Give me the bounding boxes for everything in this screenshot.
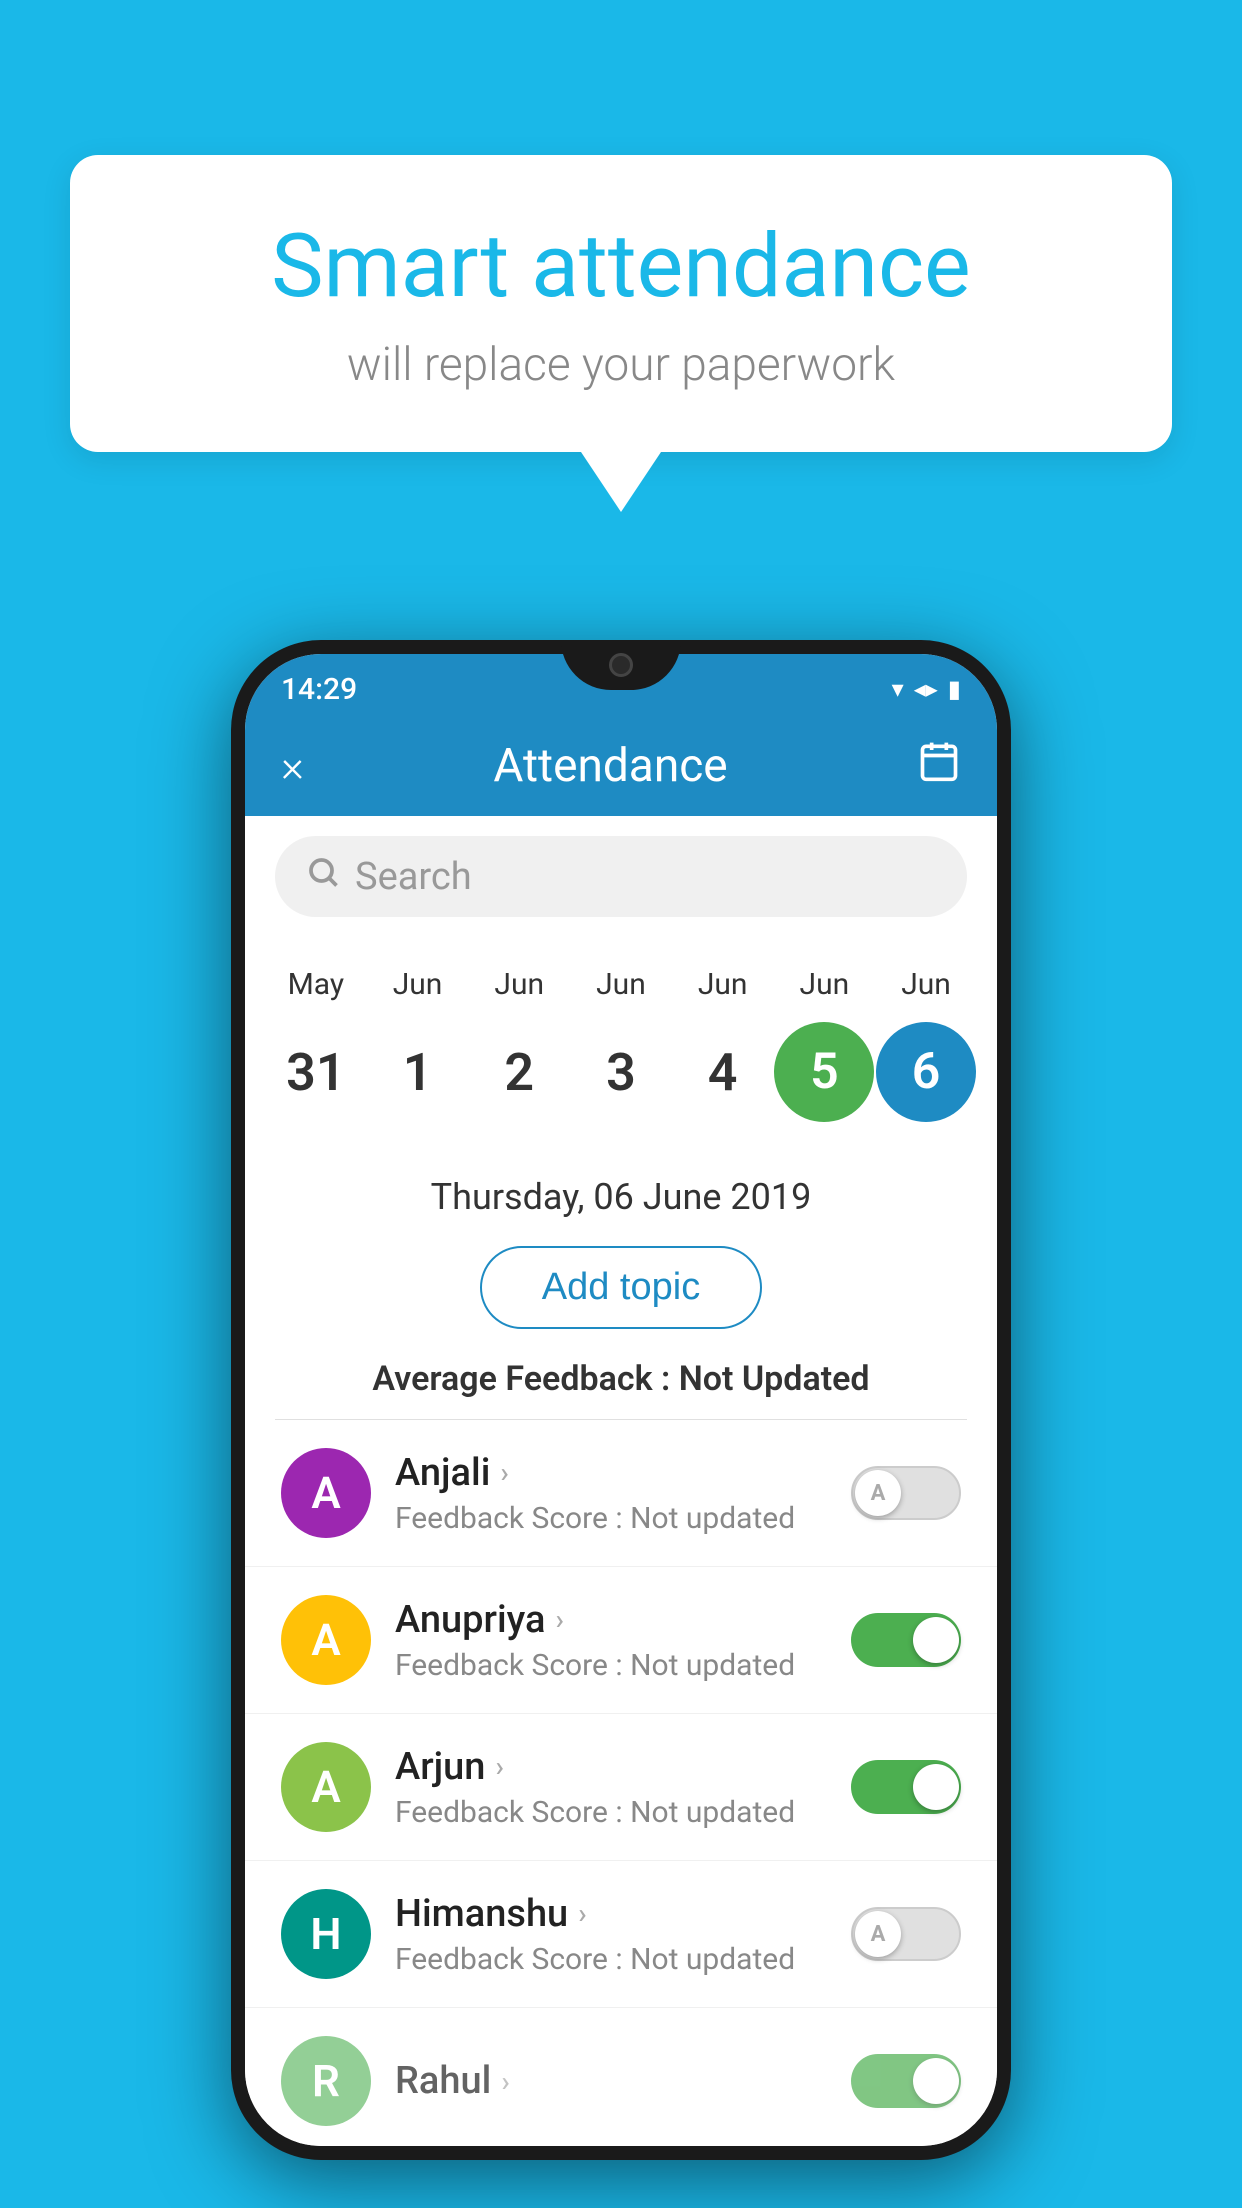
calendar-section: May Jun Jun Jun Jun Jun Jun 31 1 2	[245, 937, 997, 1152]
calendar-months-row: May Jun Jun Jun Jun Jun Jun	[245, 957, 997, 1012]
student-info-anjali: Anjali › Feedback Score : Not updated	[395, 1451, 827, 1536]
avatar-partial: R	[281, 2036, 371, 2126]
date-4[interactable]: 4	[673, 1042, 773, 1103]
month-jun-4: Jun	[673, 967, 773, 1002]
avatar-arjun: A	[281, 1742, 371, 1832]
month-may: May	[266, 967, 366, 1002]
phone-screen: 14:29 ▾ ◂▸ ▮ × Attendance	[245, 654, 997, 2146]
date-2[interactable]: 2	[469, 1042, 569, 1103]
chevron-icon-arjun: ›	[495, 1750, 503, 1783]
toggle-thumb-arjun: P	[913, 1764, 959, 1810]
student-row-himanshu[interactable]: H Himanshu › Feedback Score : Not update…	[245, 1861, 997, 2008]
battery-icon: ▮	[948, 675, 961, 703]
chevron-icon-partial: ›	[501, 2065, 509, 2098]
student-list: A Anjali › Feedback Score : Not updated	[245, 1420, 997, 2146]
month-jun-2: Jun	[469, 967, 569, 1002]
student-name-anupriya: Anupriya ›	[395, 1598, 827, 1642]
student-info-partial: Rahul ›	[395, 2059, 827, 2103]
avatar-anjali: A	[281, 1448, 371, 1538]
student-info-anupriya: Anupriya › Feedback Score : Not updated	[395, 1598, 827, 1683]
date-6-circle[interactable]: 6	[876, 1022, 976, 1122]
student-name-partial: Rahul ›	[395, 2059, 827, 2103]
avg-feedback: Average Feedback : Not Updated	[245, 1349, 997, 1419]
add-topic-button[interactable]: Add topic	[480, 1246, 762, 1329]
toggle-thumb-partial: P	[913, 2058, 959, 2104]
calendar-dates-row: 31 1 2 3 4 5 6	[245, 1012, 997, 1132]
student-row-arjun[interactable]: A Arjun › Feedback Score : Not updated	[245, 1714, 997, 1861]
speech-bubble-container: Smart attendance will replace your paper…	[70, 155, 1172, 512]
student-name-himanshu: Himanshu ›	[395, 1892, 827, 1936]
toggle-arjun[interactable]: P	[851, 1760, 961, 1814]
student-info-arjun: Arjun › Feedback Score : Not updated	[395, 1745, 827, 1830]
toggle-anjali[interactable]: A	[851, 1466, 961, 1520]
month-jun-5: Jun	[774, 967, 874, 1002]
camera	[609, 653, 633, 677]
student-row-anjali[interactable]: A Anjali › Feedback Score : Not updated	[245, 1420, 997, 1567]
search-input-wrapper[interactable]: Search	[275, 836, 967, 917]
close-button[interactable]: ×	[281, 740, 304, 792]
date-31[interactable]: 31	[266, 1042, 366, 1103]
avatar-anupriya: A	[281, 1595, 371, 1685]
toggle-partial[interactable]: P	[851, 2054, 961, 2108]
bubble-subtitle: will replace your paperwork	[140, 338, 1102, 392]
student-name-arjun: Arjun ›	[395, 1745, 827, 1789]
student-score-himanshu: Feedback Score : Not updated	[395, 1942, 827, 1977]
month-jun-1: Jun	[368, 967, 468, 1002]
search-section: Search	[245, 816, 997, 937]
search-icon	[305, 854, 341, 899]
student-info-himanshu: Himanshu › Feedback Score : Not updated	[395, 1892, 827, 1977]
student-score-anupriya: Feedback Score : Not updated	[395, 1648, 827, 1683]
search-input[interactable]: Search	[355, 855, 472, 899]
chevron-icon-himanshu: ›	[578, 1897, 586, 1930]
chevron-icon-anjali: ›	[500, 1456, 508, 1489]
add-topic-section: Add topic	[245, 1236, 997, 1349]
toggle-thumb-anupriya: P	[913, 1617, 959, 1663]
status-icons: ▾ ◂▸ ▮	[892, 675, 961, 703]
toggle-thumb-himanshu: A	[855, 1911, 901, 1957]
calendar-icon[interactable]	[917, 739, 961, 793]
chevron-icon-anupriya: ›	[555, 1603, 563, 1636]
header-title: Attendance	[493, 739, 727, 793]
scroll-content[interactable]: Search May Jun Jun Jun Jun Jun Jun	[245, 816, 997, 2146]
phone-container: 14:29 ▾ ◂▸ ▮ × Attendance	[231, 640, 1011, 2160]
month-jun-6: Jun	[876, 967, 976, 1002]
bubble-title: Smart attendance	[140, 215, 1102, 318]
selected-date: Thursday, 06 June 2019	[245, 1152, 997, 1236]
toggle-anupriya[interactable]: P	[851, 1613, 961, 1667]
student-score-anjali: Feedback Score : Not updated	[395, 1501, 827, 1536]
date-1[interactable]: 1	[368, 1042, 468, 1103]
date-3[interactable]: 3	[571, 1042, 671, 1103]
wifi-icon: ▾	[892, 675, 904, 703]
toggle-thumb-anjali: A	[855, 1470, 901, 1516]
avg-feedback-label: Average Feedback :	[372, 1359, 670, 1399]
student-row-partial[interactable]: R Rahul › P	[245, 2008, 997, 2146]
student-row-anupriya[interactable]: A Anupriya › Feedback Score : Not update…	[245, 1567, 997, 1714]
month-jun-3: Jun	[571, 967, 671, 1002]
avatar-himanshu: H	[281, 1889, 371, 1979]
bubble-arrow	[581, 452, 661, 512]
toggle-himanshu[interactable]: A	[851, 1907, 961, 1961]
date-5-circle[interactable]: 5	[774, 1022, 874, 1122]
student-score-arjun: Feedback Score : Not updated	[395, 1795, 827, 1830]
signal-icon: ◂▸	[914, 675, 938, 703]
phone-outer: 14:29 ▾ ◂▸ ▮ × Attendance	[231, 640, 1011, 2160]
app-header: × Attendance	[245, 716, 997, 816]
speech-bubble: Smart attendance will replace your paper…	[70, 155, 1172, 452]
status-time: 14:29	[281, 672, 357, 707]
student-name-anjali: Anjali ›	[395, 1451, 827, 1495]
avg-feedback-value: Not Updated	[679, 1359, 870, 1399]
